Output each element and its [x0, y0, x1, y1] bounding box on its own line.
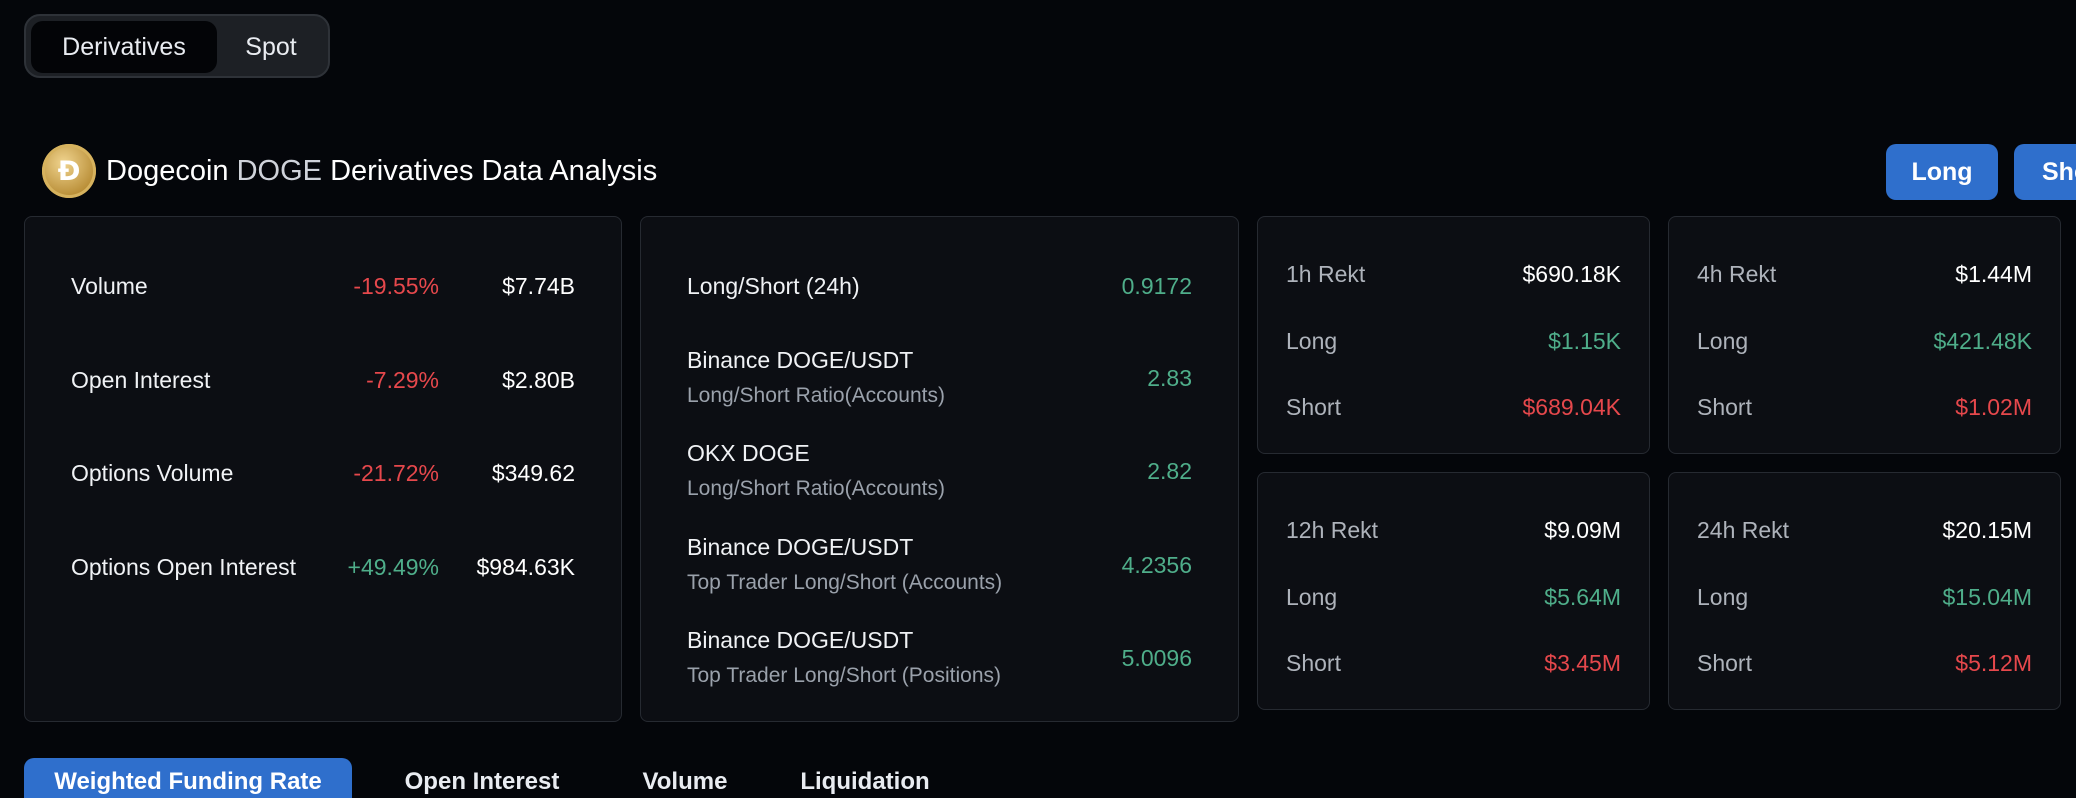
market-type-toggle: Derivatives Spot — [24, 14, 330, 78]
metric-label: Open Interest — [71, 367, 211, 393]
rekt-short-label: Short — [1697, 394, 1752, 420]
metric-value: $2.80B — [502, 367, 575, 393]
ratio-value: 2.83 — [1147, 365, 1192, 391]
tab-open-interest[interactable]: Open Interest — [382, 758, 582, 798]
metric-change: -7.29% — [366, 367, 439, 393]
rekt-total: $9.09M — [1544, 517, 1621, 543]
rekt-long-value: $15.04M — [1942, 584, 2032, 610]
rekt-short-label: Short — [1286, 394, 1341, 420]
metric-change: +49.49% — [347, 554, 439, 580]
ratio-value: 4.2356 — [1121, 552, 1192, 578]
rekt-total: $20.15M — [1942, 517, 2032, 543]
ratio-type: Top Trader Long/Short (Accounts) — [687, 571, 1003, 594]
metric-value: $7.74B — [502, 273, 575, 299]
short-button[interactable]: Short — [2014, 144, 2076, 200]
metric-row-open-interest: Open Interest -7.29% $2.80B — [71, 359, 575, 399]
page-title: Dogecoin DOGE Derivatives Data Analysis — [106, 155, 657, 188]
metric-value: $349.62 — [491, 460, 575, 486]
tab-volume[interactable]: Volume — [620, 758, 750, 798]
long-short-card: Long/Short (24h) 0.9172 Binance DOGE/USD… — [640, 216, 1239, 722]
metric-row-options-volume: Options Volume -21.72% $349.62 — [71, 452, 575, 492]
title-text: Derivatives Data Analysis — [330, 154, 658, 187]
metric-change: -19.55% — [353, 273, 439, 299]
ratio-value: 5.0096 — [1121, 645, 1192, 671]
rekt-long-label: Long — [1286, 584, 1338, 610]
rekt-short-label: Short — [1697, 650, 1752, 676]
rekt-short-value: $689.04K — [1522, 394, 1621, 420]
market-metrics-card: Volume -19.55% $7.74B Open Interest -7.2… — [24, 216, 622, 722]
page-header: Ð Dogecoin DOGE Derivatives Data Analysi… — [42, 144, 657, 198]
tab-weighted-funding-rate[interactable]: Weighted Funding Rate — [24, 758, 352, 798]
rekt-card-4h: 4h Rekt $1.44M Long $421.48K Short $1.02M — [1668, 216, 2061, 454]
long-short-row: Binance DOGE/USDT Top Trader Long/Short … — [687, 534, 1192, 595]
exchange-pair: OKX DOGE — [687, 440, 810, 466]
rekt-total: $690.18K — [1522, 261, 1621, 287]
metric-value: $984.63K — [476, 554, 575, 580]
long-short-value: 0.9172 — [1121, 273, 1192, 299]
exchange-pair: Binance DOGE/USDT — [687, 347, 914, 373]
rekt-title: 4h Rekt — [1697, 261, 1777, 287]
rekt-long-value: $5.64M — [1544, 584, 1621, 610]
metric-row-volume: Volume -19.55% $7.74B — [71, 265, 575, 305]
tab-derivatives[interactable]: Derivatives — [31, 21, 217, 73]
long-short-row: OKX DOGE Long/Short Ratio(Accounts) 2.82 — [687, 440, 1192, 501]
ratio-type: Top Trader Long/Short (Positions) — [687, 664, 1001, 687]
rekt-total: $1.44M — [1955, 261, 2032, 287]
rekt-card-12h: 12h Rekt $9.09M Long $5.64M Short $3.45M — [1257, 472, 1650, 710]
metric-label: Options Volume — [71, 460, 234, 486]
rekt-card-1h: 1h Rekt $690.18K Long $1.15K Short $689.04K — [1257, 216, 1650, 454]
long-button[interactable]: Long — [1886, 144, 1998, 200]
rekt-title: 12h Rekt — [1286, 517, 1379, 543]
rekt-long-value: $1.15K — [1548, 328, 1621, 354]
rekt-title: 1h Rekt — [1286, 261, 1366, 287]
metric-label: Volume — [71, 273, 148, 299]
metric-change: -21.72% — [353, 460, 439, 486]
rekt-short-value: $3.45M — [1544, 650, 1621, 676]
rekt-long-label: Long — [1697, 584, 1749, 610]
rekt-long-label: Long — [1286, 328, 1338, 354]
rekt-short-value: $5.12M — [1955, 650, 2032, 676]
ratio-value: 2.82 — [1147, 458, 1192, 484]
exchange-pair: Binance DOGE/USDT — [687, 627, 914, 653]
rekt-title: 24h Rekt — [1697, 517, 1790, 543]
tab-liquidation[interactable]: Liquidation — [790, 758, 940, 798]
rekt-short-value: $1.02M — [1955, 394, 2032, 420]
long-short-row: Binance DOGE/USDT Top Trader Long/Short … — [687, 627, 1192, 688]
exchange-pair: Binance DOGE/USDT — [687, 534, 914, 560]
coin-name: Dogecoin — [106, 154, 229, 187]
long-short-row: Binance DOGE/USDT Long/Short Ratio(Accou… — [687, 347, 1192, 408]
rekt-long-label: Long — [1697, 328, 1749, 354]
long-short-headline: Long/Short (24h) 0.9172 — [687, 273, 1192, 300]
metric-label: Options Open Interest — [71, 554, 297, 580]
rekt-long-value: $421.48K — [1933, 328, 2032, 354]
metric-row-options-open-interest: Options Open Interest +49.49% $984.63K — [71, 546, 575, 586]
dogecoin-logo-icon: Ð — [42, 144, 96, 198]
ratio-type: Long/Short Ratio(Accounts) — [687, 384, 945, 407]
ratio-type: Long/Short Ratio(Accounts) — [687, 477, 945, 500]
long-short-label: Long/Short (24h) — [687, 273, 860, 299]
coin-symbol: DOGE — [236, 154, 322, 187]
rekt-short-label: Short — [1286, 650, 1341, 676]
tab-spot[interactable]: Spot — [217, 21, 325, 73]
rekt-card-24h: 24h Rekt $20.15M Long $15.04M Short $5.12M — [1668, 472, 2061, 710]
